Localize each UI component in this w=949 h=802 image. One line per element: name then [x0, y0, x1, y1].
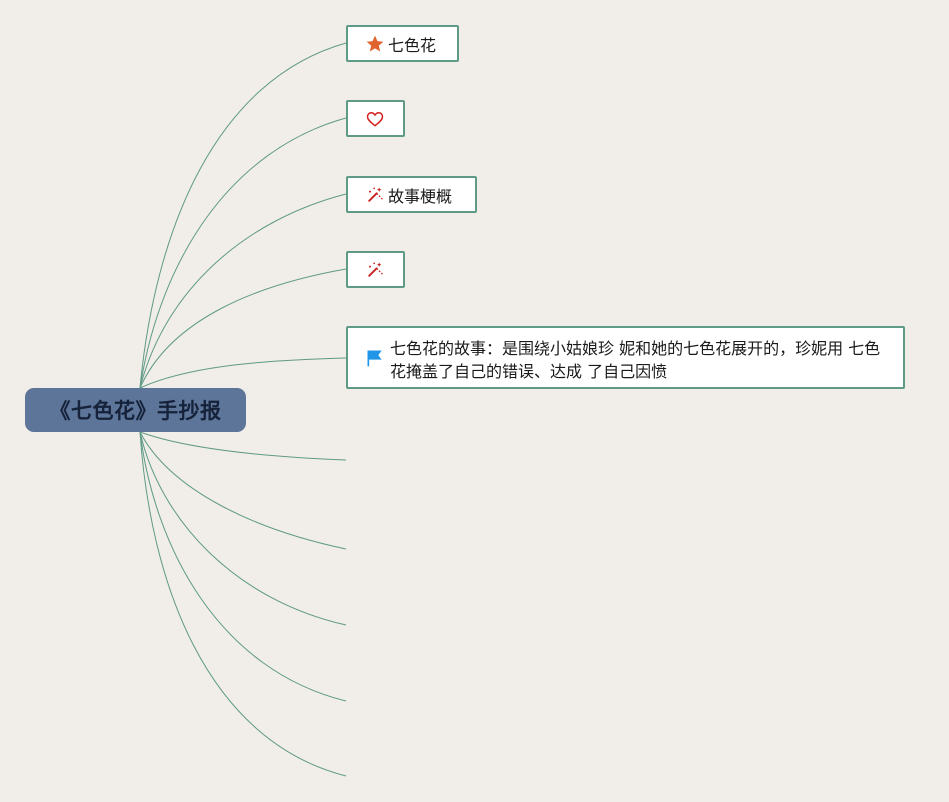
star-icon [364, 33, 386, 55]
connector-topic-1 [139, 42, 347, 389]
connector-empty-2 [139, 431, 347, 550]
topic-story-summary[interactable]: 故事梗概 [346, 176, 477, 213]
topic-wand[interactable] [346, 251, 405, 288]
connector-empty-5 [139, 431, 347, 777]
topic-label: 七色花 [388, 35, 437, 55]
connector-empty-4 [139, 431, 347, 702]
central-topic[interactable]: 《七色花》手抄报 [25, 388, 246, 432]
topic-story-description[interactable]: 七色花的故事：是围绕小姑娘珍 妮和她的七色花展开的，珍妮用 七色花掩盖了自己的错… [346, 326, 905, 389]
connector-topic-2 [139, 117, 347, 389]
topic-label: 七色花的故事：是围绕小姑娘珍 妮和她的七色花展开的，珍妮用 七色花掩盖了自己的错… [390, 339, 881, 381]
connector-empty-3 [139, 431, 347, 626]
central-topic-label: 《七色花》手抄报 [49, 399, 222, 423]
connector-topic-5 [139, 357, 347, 389]
flag-icon [364, 347, 386, 369]
connector-empty-1 [139, 431, 347, 461]
topic-qisehua[interactable]: 七色花 [346, 25, 459, 62]
magic-wand-icon [364, 184, 386, 206]
topic-heart[interactable] [346, 100, 405, 137]
connector-topic-4 [139, 268, 347, 389]
topic-label: 故事梗概 [388, 186, 453, 206]
magic-wand-icon [364, 259, 386, 281]
heart-icon [364, 108, 386, 130]
